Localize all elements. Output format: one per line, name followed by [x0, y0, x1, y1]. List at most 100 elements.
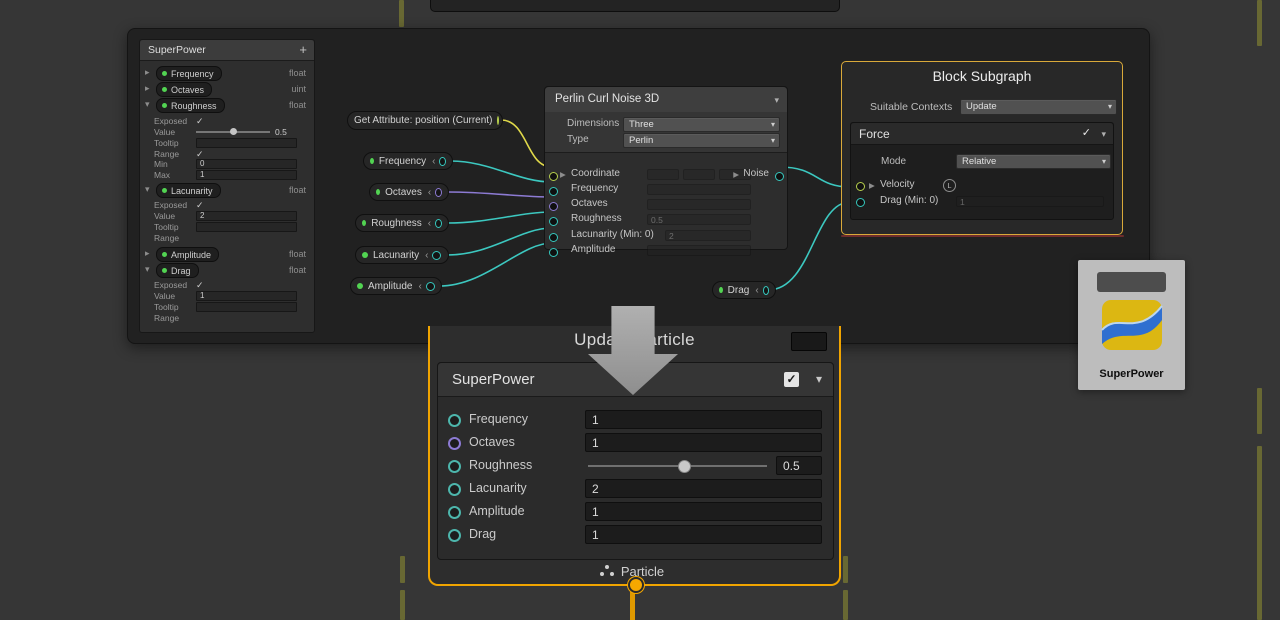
parameter-node-drag[interactable]: Drag ‹ — [712, 281, 776, 299]
subgraph-title: Block Subgraph — [842, 68, 1122, 84]
expand-icon[interactable]: ▶ — [733, 170, 739, 179]
chevron-down-icon[interactable]: ▾ — [1101, 129, 1106, 140]
foldout-icon[interactable]: ▸ — [145, 83, 150, 94]
roughness-value[interactable]: 0.5 — [275, 127, 287, 137]
tooltip-field[interactable] — [196, 222, 297, 232]
input-port-amplitude[interactable] — [549, 248, 558, 257]
float-port-icon[interactable] — [448, 483, 461, 496]
node-header[interactable]: Perlin Curl Noise 3D ▾ — [545, 87, 787, 113]
lacunarity-field[interactable]: 2 — [665, 230, 751, 241]
perlin-curl-noise-node[interactable]: Perlin Curl Noise 3D ▾ Dimensions Three▾… — [544, 86, 788, 250]
space-badge[interactable]: L — [943, 179, 956, 192]
output-port-icon[interactable] — [497, 116, 499, 125]
frequency-input[interactable]: 1 — [585, 410, 822, 429]
node-label: Drag — [728, 285, 750, 296]
output-port-icon[interactable] — [432, 251, 441, 260]
suitable-contexts-dropdown[interactable]: Update▾ — [960, 99, 1117, 115]
output-port-icon[interactable] — [435, 188, 442, 197]
check-icon[interactable]: ✓ — [1082, 126, 1091, 139]
float-port-icon[interactable] — [448, 414, 461, 427]
foldout-icon[interactable]: ▸ — [145, 67, 150, 78]
coordinate-x-field[interactable] — [647, 169, 679, 180]
block-enabled-checkbox[interactable]: ✓ — [784, 372, 799, 387]
check-icon[interactable]: ✓ — [196, 280, 204, 290]
asset-tile-superpower[interactable]: SuperPower — [1078, 260, 1185, 390]
uint-port-icon[interactable] — [448, 437, 461, 450]
input-port-velocity[interactable] — [856, 182, 865, 191]
foldout-icon[interactable]: ▸ — [145, 248, 150, 259]
output-port-icon[interactable] — [763, 286, 769, 295]
parameter-node-amplitude[interactable]: Amplitude ‹ — [350, 277, 442, 295]
flow-anchor[interactable] — [628, 577, 644, 593]
input-port-frequency[interactable] — [549, 187, 558, 196]
property-row-amplitude[interactable]: ▸ Amplitude float — [140, 247, 314, 262]
output-port-icon[interactable] — [426, 282, 435, 291]
roughness-field[interactable]: 0.5 — [647, 214, 751, 225]
graph-edge-decoration — [1257, 0, 1262, 46]
drag-field[interactable]: 1 — [956, 196, 1104, 207]
lacunarity-value-field[interactable]: 2 — [196, 211, 297, 221]
property-row-lacunarity[interactable]: ▾ Lacunarity float — [140, 183, 314, 198]
wire-roughness — [447, 212, 552, 223]
roughness-value-slider[interactable] — [196, 127, 270, 136]
float-port-icon[interactable] — [448, 506, 461, 519]
drag-value-field[interactable]: 1 — [196, 291, 297, 301]
min-field[interactable]: 0 — [196, 159, 297, 169]
input-port-coordinate[interactable] — [549, 172, 558, 181]
float-port-icon[interactable] — [448, 529, 461, 542]
foldout-icon[interactable]: ▾ — [145, 264, 150, 275]
get-attribute-node[interactable]: Get Attribute: position (Current) — [347, 111, 503, 130]
chevron-down-icon[interactable]: ▾ — [816, 372, 822, 386]
parameter-node-frequency[interactable]: Frequency ‹ — [363, 152, 453, 170]
check-icon[interactable]: ✓ — [196, 116, 204, 126]
property-row-frequency[interactable]: ▸ Frequency float — [140, 66, 314, 81]
amplitude-input[interactable]: 1 — [585, 502, 822, 521]
property-row-roughness[interactable]: ▾ Roughness float — [140, 98, 314, 113]
mode-dropdown[interactable]: Relative▾ — [956, 154, 1111, 169]
amplitude-field[interactable] — [647, 245, 751, 256]
dimensions-dropdown[interactable]: Three▾ — [623, 117, 780, 132]
slider-handle[interactable] — [678, 460, 691, 473]
force-block-header[interactable]: Force ✓ ▾ — [851, 123, 1113, 145]
slider-handle[interactable] — [230, 128, 237, 135]
input-port-octaves[interactable] — [549, 202, 558, 211]
check-icon[interactable]: ✓ — [196, 200, 204, 210]
parameter-node-roughness[interactable]: Roughness ‹ — [355, 214, 449, 232]
property-type: float — [289, 68, 306, 78]
property-row-drag[interactable]: ▾ Drag float — [140, 263, 314, 278]
wire-lacunarity — [447, 228, 552, 255]
expand-icon[interactable]: ▶ — [869, 181, 875, 190]
input-port-drag[interactable] — [856, 198, 865, 207]
context-header-button[interactable] — [791, 332, 827, 351]
force-block[interactable]: Force ✓ ▾ Mode Relative▾ ▶ Velocity L Dr… — [850, 122, 1114, 220]
tooltip-field[interactable] — [196, 302, 297, 312]
chevron-down-icon[interactable]: ▾ — [774, 95, 779, 106]
input-port-roughness[interactable] — [549, 217, 558, 226]
lacunarity-input[interactable]: 2 — [585, 479, 822, 498]
block-subgraph-node[interactable]: Block Subgraph Suitable Contexts Update▾… — [841, 61, 1123, 235]
parameter-node-lacunarity[interactable]: Lacunarity ‹ — [355, 246, 449, 264]
expand-icon[interactable]: ▶ — [560, 170, 566, 179]
float-port-icon[interactable] — [448, 460, 461, 473]
property-row-octaves[interactable]: ▸ Octaves uint — [140, 82, 314, 97]
check-icon[interactable]: ✓ — [196, 149, 204, 159]
foldout-icon[interactable]: ▾ — [145, 99, 150, 110]
add-property-button[interactable]: + — [299, 42, 307, 57]
output-port-noise[interactable] — [775, 172, 784, 181]
coordinate-y-field[interactable] — [683, 169, 715, 180]
input-port-lacunarity[interactable] — [549, 233, 558, 242]
max-field[interactable]: 1 — [196, 170, 297, 180]
type-dropdown[interactable]: Perlin▾ — [623, 133, 780, 148]
output-port-icon[interactable] — [439, 157, 446, 166]
roughness-input[interactable]: 0.5 — [776, 456, 822, 475]
foldout-icon[interactable]: ▾ — [145, 184, 150, 195]
octaves-field[interactable] — [647, 199, 751, 210]
octaves-input[interactable]: 1 — [585, 433, 822, 452]
roughness-slider[interactable] — [586, 456, 769, 475]
drag-input[interactable]: 1 — [585, 525, 822, 544]
output-port-icon[interactable] — [435, 219, 442, 228]
graph-edge-decoration — [1257, 388, 1262, 434]
tooltip-field[interactable] — [196, 138, 297, 148]
parameter-node-octaves[interactable]: Octaves ‹ — [369, 183, 449, 201]
frequency-field[interactable] — [647, 184, 751, 195]
